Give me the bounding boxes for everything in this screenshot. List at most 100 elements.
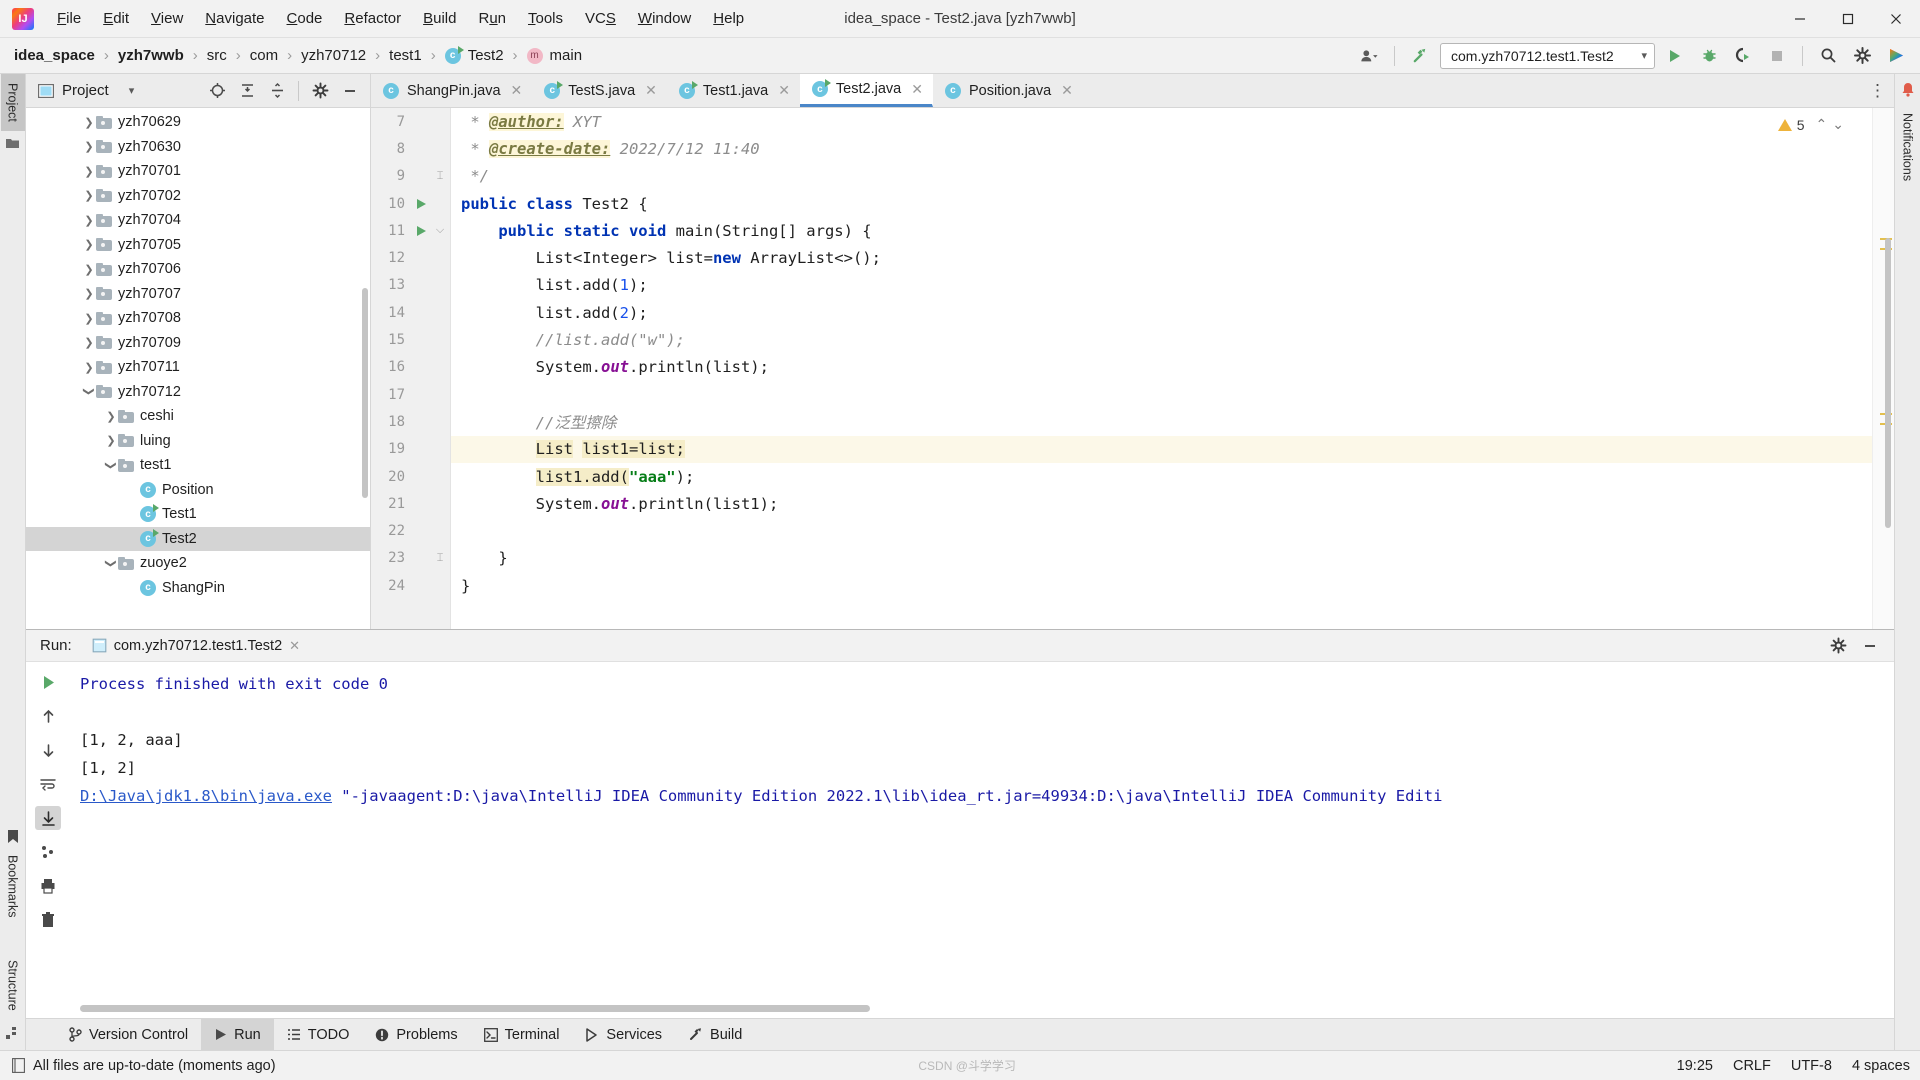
settings-icon[interactable] — [35, 840, 61, 864]
code-line-24[interactable]: } — [451, 572, 1872, 599]
sidebar-item-project[interactable]: Project — [0, 74, 25, 131]
gutter-row[interactable]: 17 — [371, 381, 450, 408]
code-line-23[interactable]: } — [451, 545, 1872, 572]
prev-problem-icon[interactable]: ⌃ — [1816, 116, 1828, 133]
run-with-coverage-icon[interactable] — [1729, 43, 1757, 69]
encoding-widget[interactable]: UTF-8 — [1791, 1058, 1832, 1074]
code-line-12[interactable]: List<Integer> list= new ArrayList<>(); — [451, 244, 1872, 271]
tree-node-yzh70707[interactable]: ❯ yzh70707 — [26, 282, 370, 307]
chevron-right-icon[interactable]: ❯ — [82, 287, 96, 300]
gutter-mark[interactable] — [411, 198, 431, 210]
run-configuration-selector[interactable]: com.yzh70712.test1.Test2 ▾ — [1440, 42, 1655, 69]
chevron-right-icon[interactable]: ❯ — [82, 263, 96, 276]
code-line-15[interactable]: //list.add("w"); — [451, 326, 1872, 353]
run-tab[interactable]: com.yzh70712.test1.Test2 ✕ — [86, 635, 306, 657]
bookmarks-icon[interactable] — [7, 829, 19, 844]
gutter-row[interactable]: 8 — [371, 135, 450, 162]
close-button[interactable] — [1872, 0, 1920, 38]
menu-item-window[interactable]: Window — [627, 6, 702, 31]
locate-icon[interactable] — [203, 78, 231, 104]
minimize-button[interactable] — [1776, 0, 1824, 38]
gear-icon[interactable] — [306, 78, 334, 104]
gutter-row[interactable]: 22 — [371, 517, 450, 544]
tree-node-yzh70702[interactable]: ❯ yzh70702 — [26, 184, 370, 209]
sidebar-item-structure[interactable]: Structure — [1, 951, 25, 1020]
collapse-all-icon[interactable] — [263, 78, 291, 104]
fold-end-icon[interactable]: ⌶ — [437, 552, 444, 565]
fold-region[interactable]: ⌵ — [431, 224, 449, 237]
fold-region[interactable]: ⌶ — [431, 552, 449, 565]
code-line-22[interactable] — [451, 517, 1872, 544]
breadcrumb-item-src[interactable]: src — [205, 45, 229, 66]
gutter-row[interactable]: 23 ⌶ — [371, 545, 450, 572]
tree-node-yzh70706[interactable]: ❯ yzh70706 — [26, 257, 370, 282]
inspection-widget[interactable]: 5 ⌃ ⌄ — [1777, 116, 1844, 133]
editor-tab-tests[interactable]: c TestS.java ✕ — [532, 74, 667, 107]
run-icon[interactable] — [1661, 43, 1689, 69]
gear-icon[interactable] — [1848, 43, 1876, 69]
chevron-right-icon[interactable]: ❯ — [82, 140, 96, 153]
tree-node-yzh70711[interactable]: ❯ yzh70711 — [26, 355, 370, 380]
code-line-10[interactable]: public class Test2 { — [451, 190, 1872, 217]
code-line-16[interactable]: System. out .println(list); — [451, 354, 1872, 381]
tree-node-shangpin[interactable]: c ShangPin — [26, 576, 370, 601]
code-line-11[interactable]: public static void main(String[] args) { — [451, 217, 1872, 244]
chevron-right-icon[interactable]: ❯ — [82, 238, 96, 251]
clear-all-icon[interactable] — [35, 908, 61, 932]
editor-gutter[interactable]: 7 8 9 ⌶ 10 11 ⌵ 12 13 14 15 16 17 18 19 20 21 22 23 ⌶ 24 — [371, 108, 451, 629]
tree-node-yzh70629[interactable]: ❯ yzh70629 — [26, 110, 370, 135]
gutter-row[interactable]: 15 — [371, 326, 450, 353]
breadcrumb-item-com[interactable]: com — [248, 45, 280, 66]
hammer-icon[interactable] — [1406, 43, 1434, 69]
close-icon[interactable]: ✕ — [645, 82, 657, 99]
tree-node-position[interactable]: c Position — [26, 478, 370, 503]
scroll-to-end-icon[interactable] — [35, 806, 61, 830]
tree-node-yzh70709[interactable]: ❯ yzh70709 — [26, 331, 370, 356]
console-horizontal-scrollbar[interactable] — [80, 1005, 870, 1012]
tree-node-yzh70704[interactable]: ❯ yzh70704 — [26, 208, 370, 233]
gutter-row[interactable]: 20 — [371, 463, 450, 490]
more-options-icon[interactable]: ⋮ — [1869, 81, 1886, 101]
bottom-tab-version-control[interactable]: Version Control — [56, 1019, 201, 1050]
gutter-row[interactable]: 9 ⌶ — [371, 163, 450, 190]
menu-item-help[interactable]: Help — [702, 6, 755, 31]
code-editor[interactable]: 7 8 9 ⌶ 10 11 ⌵ 12 13 14 15 16 17 18 19 20 21 22 23 ⌶ 24 * @… — [371, 108, 1894, 629]
user-icon[interactable] — [1355, 43, 1383, 69]
gutter-row[interactable]: 10 — [371, 190, 450, 217]
bottom-tab-build[interactable]: Build — [675, 1019, 755, 1050]
chevron-right-icon[interactable]: ❯ — [104, 410, 118, 423]
bottom-tab-problems[interactable]: Problems — [362, 1019, 470, 1050]
tree-node-yzh70712[interactable]: ❯ yzh70712 — [26, 380, 370, 405]
menu-item-run[interactable]: Run — [467, 6, 517, 31]
editor-tab-test1[interactable]: c Test1.java ✕ — [667, 74, 800, 107]
sidebar-item-notifications[interactable]: Notifications — [1896, 104, 1920, 190]
tree-node-yzh70701[interactable]: ❯ yzh70701 — [26, 159, 370, 184]
indent-widget[interactable]: 4 spaces — [1852, 1058, 1910, 1074]
gutter-row[interactable]: 19 — [371, 436, 450, 463]
close-icon[interactable]: ✕ — [911, 81, 923, 98]
maximize-button[interactable] — [1824, 0, 1872, 38]
close-icon[interactable]: ✕ — [511, 82, 523, 99]
console-segment[interactable]: D:\Java\jdk1.8\bin\java.exe — [80, 787, 332, 805]
chevron-down-icon[interactable]: ❯ — [83, 385, 96, 399]
close-icon[interactable]: ✕ — [1061, 82, 1073, 99]
sidebar-item-bookmarks[interactable]: Bookmarks — [1, 846, 25, 952]
hide-panel-icon[interactable] — [336, 78, 364, 104]
ide-updates-icon[interactable] — [1882, 43, 1910, 69]
code-line-8[interactable]: * @create-date: 2022/7/12 11:40 — [451, 135, 1872, 162]
menu-item-navigate[interactable]: Navigate — [194, 6, 275, 31]
rerun-icon[interactable] — [35, 670, 61, 694]
code-line-7[interactable]: * @author: XYT — [451, 108, 1872, 135]
expand-all-icon[interactable] — [233, 78, 261, 104]
menu-item-view[interactable]: View — [140, 6, 194, 31]
print-icon[interactable] — [35, 874, 61, 898]
code-content[interactable]: * @author: XYT * @create-date: 2022/7/12… — [451, 108, 1872, 629]
run-gutter-icon[interactable] — [415, 198, 427, 210]
debug-icon[interactable] — [1695, 43, 1723, 69]
breadcrumb-item-test2[interactable]: c Test2 — [443, 45, 506, 66]
editor-tab-overflow[interactable]: ⋮ — [1869, 74, 1894, 107]
code-line-17[interactable] — [451, 381, 1872, 408]
chevron-right-icon[interactable]: ❯ — [82, 214, 96, 227]
close-icon[interactable]: ✕ — [778, 82, 790, 99]
chevron-right-icon[interactable]: ❯ — [82, 165, 96, 178]
